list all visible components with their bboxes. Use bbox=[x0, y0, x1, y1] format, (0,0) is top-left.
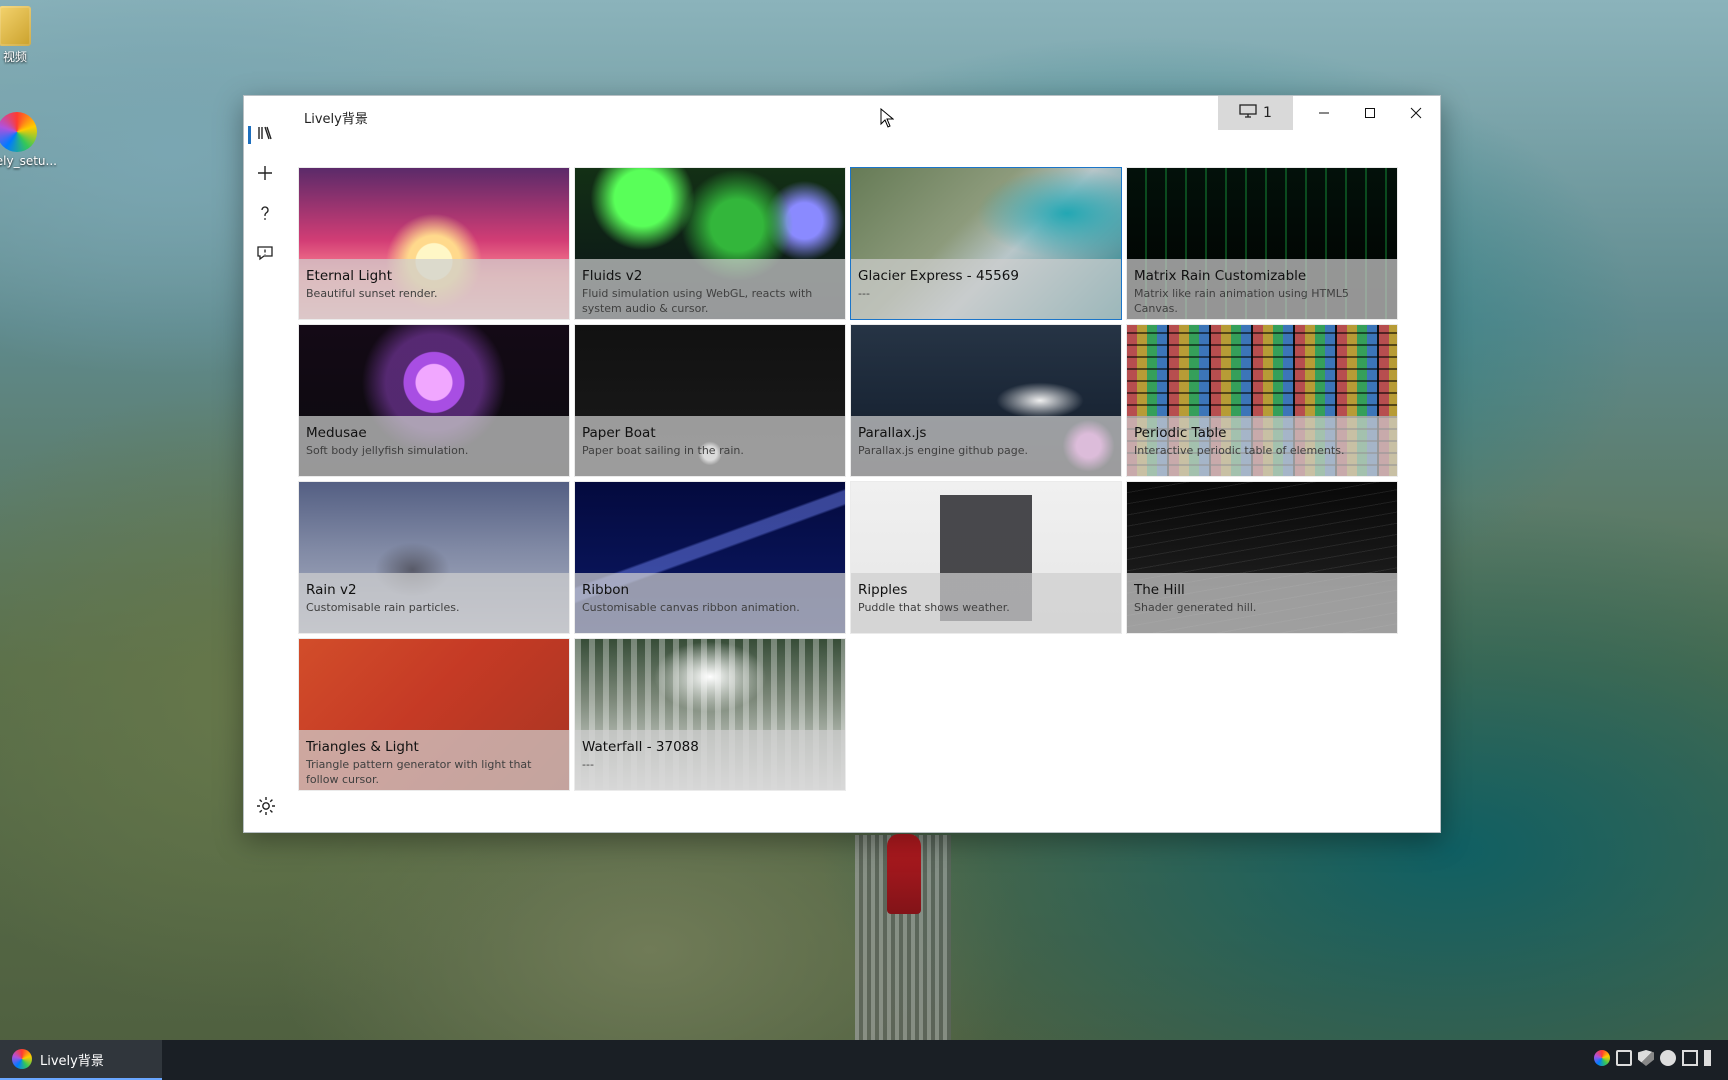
network-icon[interactable] bbox=[1682, 1050, 1698, 1066]
wallpaper-tile-periodic-table[interactable]: Periodic Table Interactive periodic tabl… bbox=[1126, 324, 1398, 477]
wallpaper-description: Customisable rain particles. bbox=[306, 601, 460, 614]
wallpaper-tile-medusae[interactable]: Medusae Soft body jellyfish simulation. bbox=[298, 324, 570, 477]
desktop-icon-label: lively_setu... bbox=[0, 154, 57, 168]
tile-caption: Ripples Puddle that shows weather. bbox=[851, 573, 1121, 633]
tile-caption: Fluids v2 Fluid simulation using WebGL, … bbox=[575, 259, 845, 319]
tile-caption: Matrix Rain Customizable Matrix like rai… bbox=[1127, 259, 1397, 319]
taskbar-app-lively[interactable]: Lively背景 bbox=[0, 1040, 162, 1080]
wallpaper-tile-ripples[interactable]: Ripples Puddle that shows weather. bbox=[850, 481, 1122, 634]
wallpaper-title: Rain v2 bbox=[306, 582, 357, 598]
app-icon bbox=[12, 1049, 32, 1069]
feedback-icon bbox=[256, 244, 274, 266]
wallpaper-description: Customisable canvas ribbon animation. bbox=[582, 601, 800, 614]
close-icon bbox=[1410, 104, 1422, 123]
wallpaper-tile-paper-boat[interactable]: Paper Boat Paper boat sailing in the rai… bbox=[574, 324, 846, 477]
wallpaper-title: Waterfall - 37088 bbox=[582, 739, 699, 755]
wallpaper-title: Parallax.js bbox=[858, 425, 927, 441]
wallpaper-tile-parallax-js[interactable]: Parallax.js Parallax.js engine github pa… bbox=[850, 324, 1122, 477]
minimize-icon bbox=[1318, 104, 1330, 123]
wallpaper-description: Soft body jellyfish simulation. bbox=[306, 444, 469, 457]
wallpaper-title: Ribbon bbox=[582, 582, 630, 598]
wallpaper-tile-rain-v2[interactable]: Rain v2 Customisable rain particles. bbox=[298, 481, 570, 634]
wallpaper-description: Triangle pattern generator with light th… bbox=[306, 758, 532, 786]
display-selector-button[interactable]: 1 bbox=[1218, 96, 1293, 130]
minimize-button[interactable] bbox=[1301, 96, 1347, 130]
wallpaper-library-grid: Eternal Light Beautiful sunset render. F… bbox=[298, 167, 1398, 791]
nav-help[interactable] bbox=[246, 198, 284, 232]
close-button[interactable] bbox=[1393, 96, 1439, 130]
wallpaper-description: --- bbox=[858, 287, 870, 300]
taskbar: Lively背景 bbox=[0, 1040, 1728, 1080]
plus-icon bbox=[256, 164, 274, 186]
tile-caption: Ribbon Customisable canvas ribbon animat… bbox=[575, 573, 845, 633]
app-icon bbox=[0, 112, 37, 152]
tile-caption: Medusae Soft body jellyfish simulation. bbox=[299, 416, 569, 476]
shield-icon[interactable] bbox=[1638, 1050, 1654, 1066]
lively-window: Lively背景 1 Eternal Light Beautiful sunse… bbox=[243, 95, 1441, 833]
wallpaper-title: Medusae bbox=[306, 425, 367, 441]
wallpaper-description: Puddle that shows weather. bbox=[858, 601, 1010, 614]
nav-feedback[interactable] bbox=[246, 238, 284, 272]
system-tray bbox=[1594, 1050, 1720, 1066]
tile-caption: Waterfall - 37088 --- bbox=[575, 730, 845, 790]
window-title: Lively背景 bbox=[304, 112, 368, 127]
wallpaper-tile-the-hill[interactable]: The Hill Shader generated hill. bbox=[1126, 481, 1398, 634]
wallpaper-description: Paper boat sailing in the rain. bbox=[582, 444, 744, 457]
train bbox=[887, 834, 921, 914]
wallpaper-tile-ribbon[interactable]: Ribbon Customisable canvas ribbon animat… bbox=[574, 481, 846, 634]
wallpaper-description: Beautiful sunset render. bbox=[306, 287, 438, 300]
display-number: 1 bbox=[1263, 105, 1272, 121]
mouse-cursor-icon bbox=[880, 107, 895, 128]
library-icon bbox=[256, 124, 274, 146]
tile-caption: Paper Boat Paper boat sailing in the rai… bbox=[575, 416, 845, 476]
tile-caption: Periodic Table Interactive periodic tabl… bbox=[1127, 416, 1397, 476]
cloud-icon[interactable] bbox=[1660, 1050, 1676, 1066]
settings-button[interactable] bbox=[255, 795, 277, 817]
wallpaper-title: Fluids v2 bbox=[582, 268, 643, 284]
folder-icon bbox=[0, 6, 31, 46]
wallpaper-tile-fluids-v2[interactable]: Fluids v2 Fluid simulation using WebGL, … bbox=[574, 167, 846, 320]
wallpaper-title: The Hill bbox=[1134, 582, 1185, 598]
tile-caption: Rain v2 Customisable rain particles. bbox=[299, 573, 569, 633]
wallpaper-tile-waterfall[interactable]: Waterfall - 37088 --- bbox=[574, 638, 846, 791]
tile-caption: The Hill Shader generated hill. bbox=[1127, 573, 1397, 633]
volume-icon[interactable] bbox=[1704, 1050, 1720, 1066]
wallpaper-title: Glacier Express - 45569 bbox=[858, 268, 1019, 284]
tile-caption: Eternal Light Beautiful sunset render. bbox=[299, 259, 569, 319]
gear-icon bbox=[255, 797, 277, 821]
wallpaper-tile-eternal-light[interactable]: Eternal Light Beautiful sunset render. bbox=[298, 167, 570, 320]
wallpaper-title: Periodic Table bbox=[1134, 425, 1227, 441]
taskbar-app-label: Lively背景 bbox=[40, 1053, 104, 1069]
help-icon bbox=[256, 204, 274, 226]
monitor-icon bbox=[1239, 104, 1257, 122]
desktop-icon-video[interactable]: 视频 bbox=[0, 6, 50, 65]
usb-icon[interactable] bbox=[1616, 1050, 1632, 1066]
wallpaper-title: Triangles & Light bbox=[306, 739, 419, 755]
wallpaper-tile-glacier-express[interactable]: Glacier Express - 45569 --- bbox=[850, 167, 1122, 320]
title-bar[interactable]: Lively背景 1 bbox=[244, 96, 1440, 134]
wallpaper-description: --- bbox=[582, 758, 594, 771]
wallpaper-title: Matrix Rain Customizable bbox=[1134, 268, 1307, 284]
wallpaper-description: Parallax.js engine github page. bbox=[858, 444, 1029, 457]
wallpaper-description: Interactive periodic table of elements. bbox=[1134, 444, 1345, 457]
wallpaper-description: Shader generated hill. bbox=[1134, 601, 1257, 614]
nav-library[interactable] bbox=[246, 118, 284, 152]
wallpaper-tile-triangles-light[interactable]: Triangles & Light Triangle pattern gener… bbox=[298, 638, 570, 791]
wallpaper-tile-matrix-rain[interactable]: Matrix Rain Customizable Matrix like rai… bbox=[1126, 167, 1398, 320]
wallpaper-description: Fluid simulation using WebGL, reacts wit… bbox=[582, 287, 813, 315]
wallpaper-title: Paper Boat bbox=[582, 425, 656, 441]
desktop-icon-label: 视频 bbox=[2, 50, 27, 64]
maximize-icon bbox=[1364, 104, 1376, 123]
color-app-tray-icon[interactable] bbox=[1594, 1050, 1610, 1066]
tile-caption: Parallax.js Parallax.js engine github pa… bbox=[851, 416, 1121, 476]
desktop-icon-lively-setup[interactable]: lively_setu... bbox=[0, 112, 57, 168]
sidebar-nav bbox=[244, 106, 286, 832]
wallpaper-title: Ripples bbox=[858, 582, 908, 598]
tile-caption: Triangles & Light Triangle pattern gener… bbox=[299, 730, 569, 790]
wallpaper-title: Eternal Light bbox=[306, 268, 393, 284]
tile-caption: Glacier Express - 45569 --- bbox=[851, 259, 1121, 319]
wallpaper-description: Matrix like rain animation using HTML5 C… bbox=[1134, 287, 1349, 315]
maximize-button[interactable] bbox=[1347, 96, 1393, 130]
nav-add-wallpaper[interactable] bbox=[246, 158, 284, 192]
